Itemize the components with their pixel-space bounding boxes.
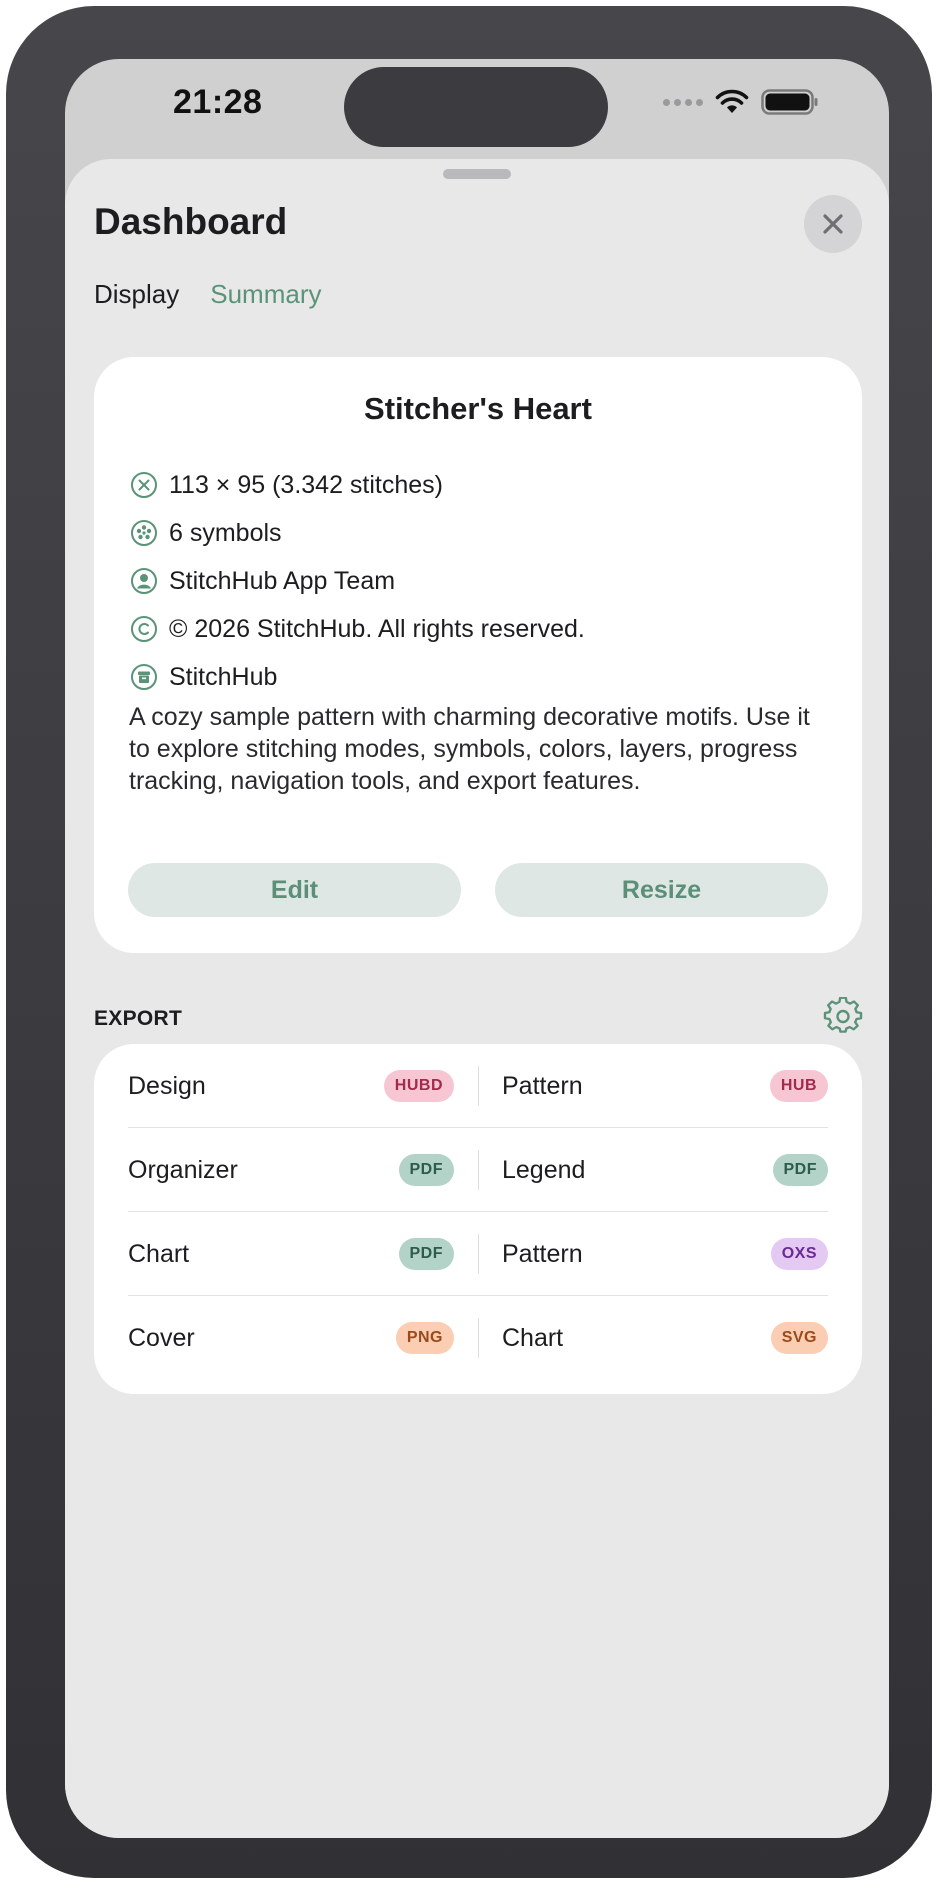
export-pattern-hub[interactable]: Pattern HUB [502,1044,828,1128]
format-badge: OXS [770,1238,828,1270]
info-publisher-text: StitchHub [169,662,278,691]
export-cover-png[interactable]: Cover PNG [128,1296,454,1380]
format-badge: HUBD [383,1070,454,1102]
format-badge: PDF [398,1154,454,1186]
export-label: Chart [128,1239,190,1268]
screen: 21:28 Dashboard Display Summary Stitcher… [65,59,889,1838]
close-button[interactable] [804,195,862,253]
info-row-author: StitchHub App Team [129,557,585,605]
export-label: Organizer [128,1155,238,1184]
sheet-title: Dashboard [94,201,288,242]
info-symbols-text: 6 symbols [169,518,282,547]
info-author-text: StitchHub App Team [169,566,396,595]
pattern-description: A cozy sample pattern with charming deco… [129,703,810,795]
pattern-info-list: 113 × 95 (3.342 stitches) 6 symbols Stit… [129,461,585,701]
info-copyright-text: © 2026 StitchHub. All rights reserved. [169,614,585,643]
gear-icon[interactable] [823,997,863,1037]
info-row-copyright: © 2026 StitchHub. All rights reserved. [129,605,585,653]
export-legend-pdf[interactable]: Legend PDF [502,1128,828,1212]
format-badge: SVG [770,1322,828,1354]
export-section-heading: EXPORT [94,1007,183,1030]
export-label: Chart [502,1323,564,1352]
info-dimensions-text: 113 × 95 (3.342 stitches) [169,470,444,499]
dynamic-island [344,67,608,147]
column-divider [478,1234,479,1274]
export-label: Legend [502,1155,586,1184]
export-row: Cover PNG Chart SVG [128,1296,828,1380]
format-badge: HUB [769,1070,828,1102]
export-chart-pdf[interactable]: Chart PDF [128,1212,454,1296]
pattern-summary-card: Stitcher's Heart 113 × 95 (3.342 stitche… [94,357,862,953]
export-row: Chart PDF Pattern OXS [128,1212,828,1296]
pattern-title: Stitcher's Heart [364,391,592,426]
export-row: Organizer PDF Legend PDF [128,1128,828,1212]
export-label: Pattern [502,1239,583,1268]
sheet-grabber[interactable] [443,169,511,179]
column-divider [478,1318,479,1358]
cellular-signal-icon [663,98,703,106]
close-icon [823,214,843,234]
battery-icon [761,89,818,115]
resize-button[interactable]: Resize [495,863,828,917]
format-badge: PNG [395,1322,454,1354]
column-divider [478,1066,479,1106]
archive-icon [131,664,157,690]
segment-tabs: Display Summary [94,279,322,310]
status-bar: 21:28 [65,59,889,159]
export-design-hubd[interactable]: Design HUBD [128,1044,454,1128]
dashboard-sheet: Dashboard Display Summary Stitcher's Hea… [65,159,889,1838]
export-options-card: Design HUBD Pattern HUB Organizer PDF Le… [94,1044,862,1394]
export-pattern-oxs[interactable]: Pattern OXS [502,1212,828,1296]
wifi-icon [715,89,749,113]
phone-frame: 21:28 Dashboard Display Summary Stitcher… [6,6,932,1878]
info-row-dimensions: 113 × 95 (3.342 stitches) [129,461,585,509]
info-row-publisher: StitchHub [129,653,585,701]
format-badge: PDF [772,1154,828,1186]
export-label: Design [128,1071,206,1100]
palette-icon [131,520,157,546]
export-chart-svg[interactable]: Chart SVG [502,1296,828,1380]
export-row: Design HUBD Pattern HUB [128,1044,828,1128]
status-time: 21:28 [173,83,263,121]
tab-display[interactable]: Display [94,279,179,310]
export-organizer-pdf[interactable]: Organizer PDF [128,1128,454,1212]
tab-summary[interactable]: Summary [210,279,321,310]
export-label: Cover [128,1323,195,1352]
person-icon [131,568,157,594]
export-label: Pattern [502,1071,583,1100]
format-badge: PDF [398,1238,454,1270]
stitch-x-icon [131,472,157,498]
info-row-symbols: 6 symbols [129,509,585,557]
status-icons [663,87,819,117]
copyright-icon [131,616,157,642]
edit-button[interactable]: Edit [128,863,461,917]
column-divider [478,1150,479,1190]
